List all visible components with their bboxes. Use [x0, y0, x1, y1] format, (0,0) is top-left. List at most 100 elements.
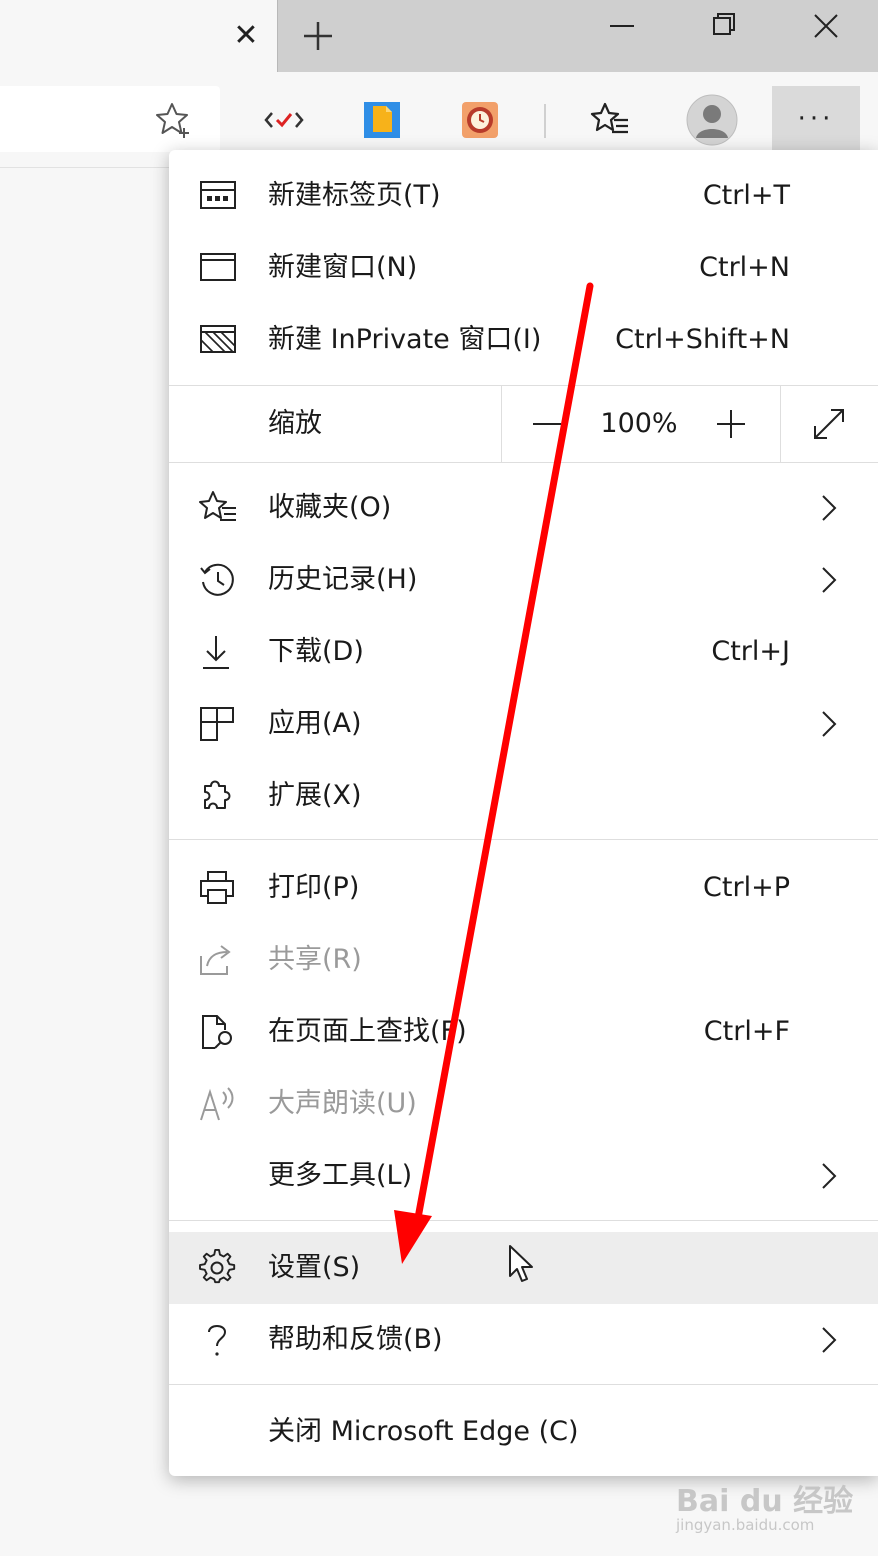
- minimize-icon: [610, 25, 634, 27]
- menu-item-shortcut: Ctrl+N: [699, 252, 790, 283]
- menu-divider: [169, 462, 878, 463]
- minus-icon: [533, 423, 561, 425]
- menu-item-label: 关闭 Microsoft Edge (C): [268, 1416, 579, 1447]
- avatar: [686, 94, 738, 146]
- menu-item-downloads[interactable]: 下载(D) Ctrl+J: [169, 616, 878, 688]
- history-icon: [199, 562, 237, 598]
- menu-item-shortcut: Ctrl+Shift+N: [615, 324, 790, 355]
- menu-item-print[interactable]: 打印(P) Ctrl+P: [169, 852, 878, 924]
- menu-item-shortcut: Ctrl+J: [711, 636, 790, 667]
- tab-close-icon[interactable]: ✕: [226, 16, 266, 56]
- menu-item-new-window[interactable]: 新建窗口(N) Ctrl+N: [169, 232, 878, 304]
- menu-item-favorites[interactable]: 收藏夹(O): [169, 472, 878, 544]
- chevron-right-icon: [817, 492, 841, 524]
- menu-item-label: 更多工具(L): [268, 1160, 413, 1191]
- menu-item-label: 新建 InPrivate 窗口(I): [268, 324, 542, 355]
- plus-icon: [304, 22, 332, 50]
- menu-item-extensions[interactable]: 扩展(X): [169, 760, 878, 832]
- favorites-list-icon: [590, 102, 628, 134]
- favorites-icon: [199, 490, 237, 526]
- menu-item-label: 共享(R): [268, 944, 362, 975]
- add-favorite-button[interactable]: [154, 100, 194, 140]
- toolbar-separator: [544, 104, 546, 138]
- menu-item-new-tab[interactable]: 新建标签页(T) Ctrl+T: [169, 160, 878, 232]
- zoom-value: 100%: [600, 408, 678, 439]
- printer-icon: [199, 870, 237, 906]
- watermark-main: Bai du 经验: [676, 1484, 854, 1519]
- chevron-right-icon: [817, 564, 841, 596]
- code-extension-button[interactable]: [254, 90, 314, 150]
- zoom-separator: [780, 386, 781, 462]
- puzzle-icon: [199, 778, 237, 814]
- menu-item-label: 新建标签页(T): [268, 180, 441, 211]
- menu-item-label: 设置(S): [268, 1252, 361, 1283]
- watermark-sub: jingyan.baidu.com: [676, 1516, 815, 1534]
- document-extension-icon: [364, 102, 400, 138]
- menu-item-label: 下载(D): [268, 636, 364, 667]
- fullscreen-icon: [814, 409, 844, 439]
- menu-item-shortcut: Ctrl+T: [702, 180, 790, 211]
- restore-icon: [713, 13, 735, 35]
- menu-item-read-aloud: 大声朗读(U): [169, 1068, 878, 1140]
- find-on-page-icon: [199, 1014, 237, 1050]
- chevron-right-icon: [817, 1324, 841, 1356]
- menu-item-label: 扩展(X): [268, 780, 362, 811]
- settings-and-more-button[interactable]: ···: [772, 86, 860, 152]
- mouse-cursor-icon: [508, 1244, 536, 1286]
- menu-item-label: 大声朗读(U): [268, 1088, 417, 1119]
- menu-item-label: 在页面上查找(F): [268, 1016, 467, 1047]
- menu-item-label: 帮助和反馈(B): [268, 1324, 443, 1355]
- menu-item-label: 打印(P): [268, 872, 360, 903]
- download-icon: [199, 634, 237, 670]
- menu-item-help-feedback[interactable]: 帮助和反馈(B): [169, 1304, 878, 1376]
- menu-item-close-edge[interactable]: 关闭 Microsoft Edge (C): [169, 1396, 878, 1468]
- restore-button[interactable]: [702, 4, 746, 48]
- menu-item-shortcut: Ctrl+F: [703, 1016, 790, 1047]
- active-tab[interactable]: ✕: [0, 0, 278, 72]
- menu-item-label: 新建窗口(N): [268, 252, 418, 283]
- question-icon: [199, 1322, 237, 1358]
- zoom-label: 缩放: [268, 408, 322, 439]
- address-bar[interactable]: [0, 86, 220, 152]
- document-extension-button[interactable]: [352, 90, 412, 150]
- minimize-button[interactable]: [600, 4, 644, 48]
- gear-icon: [199, 1248, 237, 1286]
- new-tab-icon: [199, 178, 237, 214]
- menu-item-apps[interactable]: 应用(A): [169, 688, 878, 760]
- menu-item-label: 历史记录(H): [268, 564, 418, 595]
- menu-item-history[interactable]: 历史记录(H): [169, 544, 878, 616]
- code-extension-icon: [264, 112, 304, 128]
- menu-item-label: 收藏夹(O): [268, 492, 392, 523]
- menu-item-label: 应用(A): [268, 708, 362, 739]
- menu-divider: [169, 839, 878, 840]
- star-add-icon: [156, 103, 189, 138]
- apps-icon: [199, 706, 237, 742]
- read-aloud-icon: [199, 1086, 237, 1122]
- menu-item-share: 共享(R): [169, 924, 878, 996]
- share-icon: [199, 942, 237, 978]
- close-window-button[interactable]: [804, 4, 848, 48]
- chevron-right-icon: [817, 708, 841, 740]
- menu-item-find-on-page[interactable]: 在页面上查找(F) Ctrl+F: [169, 996, 878, 1068]
- new-tab-button[interactable]: [296, 14, 340, 58]
- zoom-out-button[interactable]: [527, 404, 567, 444]
- title-bar: ✕: [0, 0, 878, 72]
- inprivate-icon: [199, 322, 237, 358]
- close-icon: [814, 14, 838, 38]
- menu-item-shortcut: Ctrl+P: [703, 872, 790, 903]
- menu-item-new-inprivate[interactable]: 新建 InPrivate 窗口(I) Ctrl+Shift+N: [169, 304, 878, 376]
- favorites-button[interactable]: [580, 90, 640, 150]
- baidu-jingyan-watermark: Bai du 经验 jingyan.baidu.com: [670, 1462, 870, 1542]
- chevron-right-icon: [817, 1160, 841, 1192]
- menu-item-more-tools[interactable]: 更多工具(L): [169, 1140, 878, 1212]
- profile-button[interactable]: [682, 90, 742, 150]
- plus-icon: [717, 410, 745, 438]
- clock-extension-icon: [462, 102, 498, 138]
- menu-divider: [169, 1220, 878, 1221]
- zoom-separator: [501, 386, 502, 462]
- fullscreen-button[interactable]: [809, 404, 849, 444]
- zoom-in-button[interactable]: [711, 404, 751, 444]
- menu-divider: [169, 1384, 878, 1385]
- clock-extension-button[interactable]: [450, 90, 510, 150]
- new-window-icon: [199, 250, 237, 286]
